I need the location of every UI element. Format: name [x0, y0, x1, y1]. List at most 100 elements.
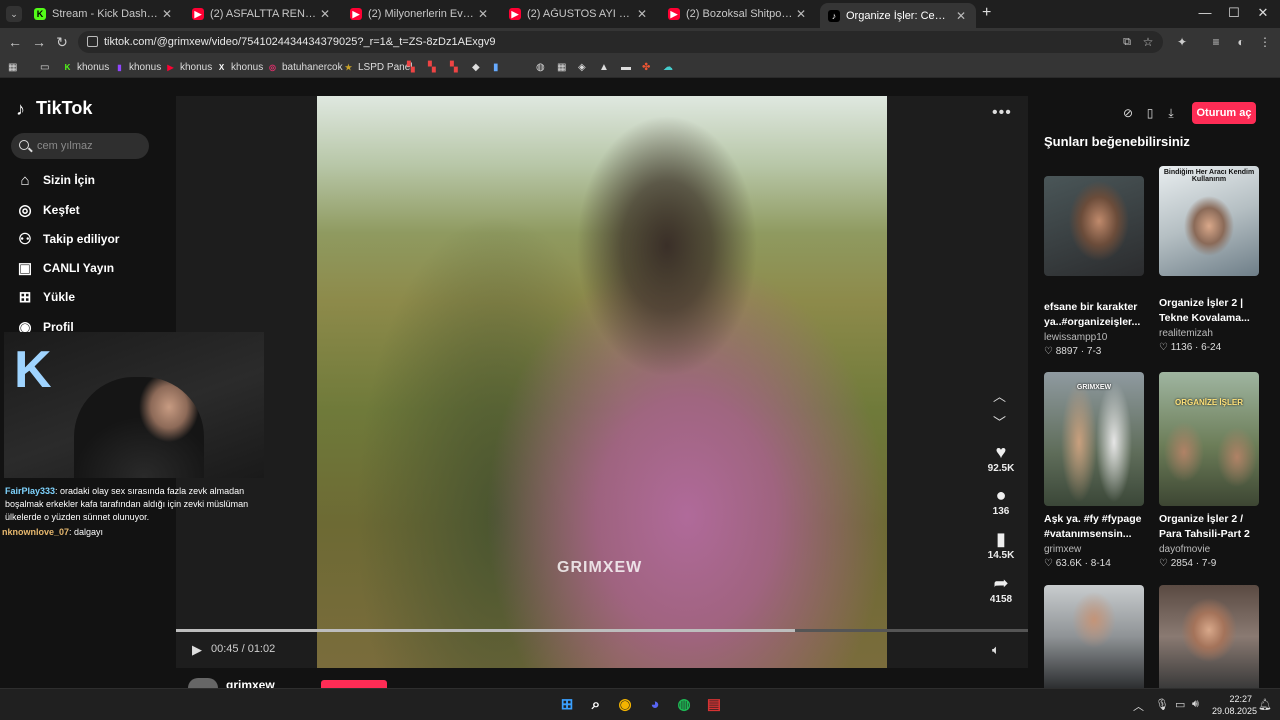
- video-thumbnail[interactable]: [1159, 585, 1259, 688]
- video-thumbnail[interactable]: ORGANİZE İŞLER: [1159, 372, 1259, 506]
- bookmark-item[interactable]: ▮ khonus: [114, 60, 161, 74]
- maximize-button[interactable]: ☐: [1224, 5, 1244, 21]
- suggested-video-card[interactable]: [1044, 585, 1144, 688]
- save-button[interactable]: ▮ 14.5K: [982, 528, 1020, 561]
- browser-tab[interactable]: ♪ Organize İşler: Cem Yılmaz ve K✕: [820, 3, 976, 28]
- follow-button[interactable]: [321, 680, 387, 688]
- sidebar-nav-item[interactable]: ▣ CANLI Yayın: [16, 258, 114, 278]
- sidebar-nav-item[interactable]: ⌂ Sizin İçin: [16, 170, 95, 190]
- bookmark-icon[interactable]: ▮: [493, 60, 499, 74]
- video-thumbnail[interactable]: Bindiğim Her Aracı Kendim Kullanırım: [1159, 166, 1259, 276]
- browser-tab[interactable]: ▶ (2) AĞUSTOS AYI VİRAL VİDEOL✕: [501, 3, 657, 25]
- bookmark-star-icon[interactable]: ☆: [1139, 33, 1157, 51]
- device-icon[interactable]: ▯: [1139, 102, 1161, 124]
- calculator-icon[interactable]: ▦: [557, 60, 566, 74]
- browser-tab[interactable]: ▶ (2) Bozoksal Shitpost V4 | Eight✕: [660, 3, 816, 25]
- bookmark-item[interactable]: Kkhonus: [62, 60, 110, 74]
- back-button[interactable]: ←: [6, 33, 24, 51]
- chrome-icon[interactable]: ◉: [616, 696, 634, 714]
- new-tab-button[interactable]: +: [982, 4, 991, 22]
- tab-close-icon[interactable]: ✕: [160, 7, 174, 21]
- notifications-icon[interactable]: 🔔︎: [1258, 698, 1272, 711]
- suggested-video-card[interactable]: [1159, 585, 1259, 688]
- bookmark-icon[interactable]: ▲: [599, 60, 609, 74]
- like-button[interactable]: ♥ 92.5K: [982, 441, 1020, 474]
- app-icon[interactable]: ▤: [705, 696, 723, 714]
- suggested-video-card[interactable]: Bindiğim Her Aracı Kendim Kullanırım Org…: [1159, 166, 1259, 353]
- bookmark-item[interactable]: ▶ khonus: [165, 60, 212, 74]
- bookmark-icon[interactable]: ▬: [621, 60, 631, 74]
- bookmark-item[interactable]: Xkhonus: [216, 60, 263, 74]
- play-icon[interactable]: ▶: [192, 642, 206, 657]
- tab-title: (2) ASFALTTA RENDELENDİ! Türk: [210, 8, 318, 20]
- video-frame[interactable]: GRIMXEW: [317, 96, 887, 668]
- tiktok-logo[interactable]: ♪ TikTok: [16, 98, 92, 119]
- microphone-icon[interactable]: 🎙︎: [1155, 698, 1169, 711]
- video-thumbnail[interactable]: [1044, 176, 1144, 276]
- system-clock[interactable]: 22:27 29.08.2025: [1212, 693, 1257, 717]
- search-input[interactable]: cem yılmaz: [11, 133, 149, 159]
- author-name[interactable]: grimxew: [226, 678, 275, 688]
- tab-close-icon[interactable]: ✕: [954, 9, 968, 23]
- bookmark-icon[interactable]: ☁: [663, 60, 673, 74]
- previous-video-icon[interactable]: ︿: [993, 386, 1006, 405]
- browser-tab[interactable]: ▶ (2) ASFALTTA RENDELENDİ! Türk✕: [184, 3, 340, 25]
- tab-close-icon[interactable]: ✕: [635, 7, 649, 21]
- tab-search-button[interactable]: ⌄: [6, 6, 22, 22]
- spotify-icon[interactable]: ◍: [675, 696, 693, 714]
- coins-icon[interactable]: ⊘: [1117, 102, 1139, 124]
- volume-icon[interactable]: 🔈︎: [992, 642, 1000, 658]
- volume-tray-icon[interactable]: 🔊︎: [1192, 698, 1199, 711]
- tab-close-icon[interactable]: ✕: [318, 7, 332, 21]
- video-progress-bar[interactable]: [176, 629, 1028, 632]
- windows-start-icon[interactable]: ⊞: [558, 696, 576, 714]
- suggested-video-card[interactable]: efsane bir karakter ya..#organizeişler..…: [1044, 176, 1144, 357]
- video-player[interactable]: GRIMXEW ••• ︿ ﹀ ♥ 92.5K ● 136 ▮ 14.5K ➦ …: [176, 96, 1028, 668]
- next-video-icon[interactable]: ﹀: [993, 412, 1006, 431]
- folder-icon[interactable]: ▭: [40, 60, 49, 74]
- bookmark-item[interactable]: ★ LSPD Panel: [343, 60, 413, 74]
- tab-close-icon[interactable]: ✕: [794, 7, 808, 21]
- profile-avatar[interactable]: ◐: [1232, 33, 1250, 51]
- site-info-icon[interactable]: [87, 36, 98, 47]
- sidebar-nav-item[interactable]: ⚇ Takip ediliyor: [16, 229, 119, 249]
- apps-grid-icon[interactable]: ▦: [8, 60, 17, 74]
- forward-button[interactable]: →: [30, 33, 48, 51]
- globe-icon[interactable]: ◍: [536, 60, 545, 74]
- suggested-video-card[interactable]: ORGANİZE İŞLER Organize İşler 2 / Para T…: [1159, 372, 1259, 569]
- cast-icon[interactable]: ⧉: [1118, 33, 1136, 51]
- comment-button[interactable]: ● 136: [982, 484, 1020, 517]
- reading-list-icon[interactable]: ≡: [1207, 33, 1225, 51]
- video-thumbnail[interactable]: GRIMXEW: [1044, 372, 1144, 506]
- discord-icon[interactable]: ◕: [646, 696, 664, 714]
- search-icon[interactable]: ⌕: [587, 696, 605, 714]
- minimize-button[interactable]: —: [1195, 5, 1215, 20]
- suggested-video-card[interactable]: GRIMXEW Aşk ya. #fy #fypage #vatanımsens…: [1044, 372, 1144, 569]
- login-button[interactable]: Oturum aç: [1192, 102, 1256, 124]
- download-icon[interactable]: ⤓: [1160, 102, 1182, 124]
- bookmark-icon[interactable]: ◈: [578, 60, 586, 74]
- author-avatar[interactable]: [188, 678, 218, 688]
- chrome-menu-icon[interactable]: ⋮: [1256, 33, 1274, 51]
- close-window-button[interactable]: ✕: [1253, 5, 1273, 21]
- tray-chevron-icon[interactable]: ︿: [1133, 698, 1144, 714]
- more-options-icon[interactable]: •••: [992, 104, 1012, 122]
- video-thumbnail[interactable]: [1044, 585, 1144, 688]
- extensions-icon[interactable]: ✦: [1173, 33, 1191, 51]
- bookmark-icon[interactable]: ▚: [428, 60, 436, 74]
- network-icon[interactable]: ▭: [1175, 698, 1185, 711]
- sidebar-nav-item[interactable]: ◎ Keşfet: [16, 200, 79, 220]
- upload-icon: ⊞: [18, 289, 32, 306]
- share-button[interactable]: ➦ 4158: [982, 572, 1020, 605]
- reload-button[interactable]: ↻: [53, 33, 71, 51]
- bookmark-item[interactable]: ◎ batuhanercok: [267, 60, 343, 74]
- sidebar-nav-item[interactable]: ⊞ Yükle: [16, 287, 75, 307]
- bookmark-icon[interactable]: ✤: [642, 60, 650, 74]
- address-bar[interactable]: tiktok.com/@grimxew/video/75410244344343…: [78, 31, 1163, 53]
- tab-close-icon[interactable]: ✕: [476, 7, 490, 21]
- browser-tab[interactable]: ▶ (2) Milyonerlerin Ev Spor Salonl✕: [342, 3, 498, 25]
- bookmark-icon[interactable]: ▚: [450, 60, 458, 74]
- browser-tab[interactable]: K Stream - Kick Dashboard✕: [26, 3, 182, 25]
- bookmark-icon[interactable]: ◆: [472, 60, 480, 74]
- bookmark-icon[interactable]: ▚: [407, 60, 415, 74]
